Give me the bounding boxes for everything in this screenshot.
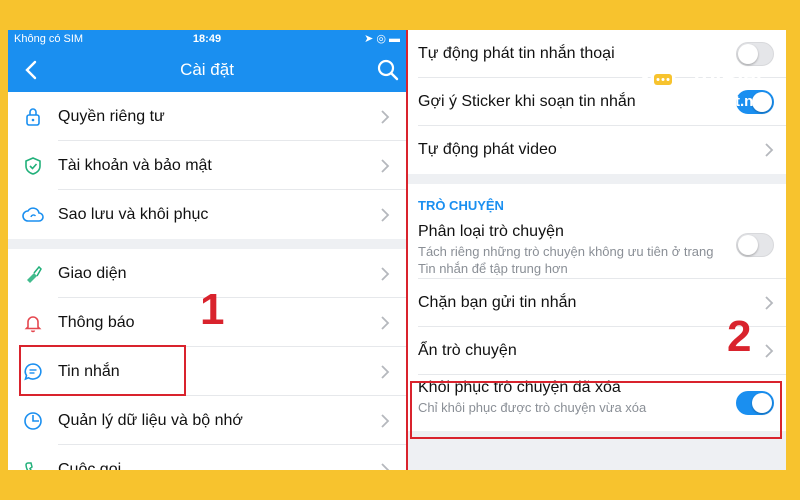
chevron-right-icon <box>381 414 390 428</box>
chevron-left-icon[interactable] <box>18 56 46 84</box>
lock-icon <box>22 106 44 128</box>
setting-label: Ẩn trò chuyện <box>418 342 517 359</box>
toibiet-logo: ToiBiet toibiet.net <box>640 55 790 125</box>
settings-item-label: Quản lý dữ liệu và bộ nhớ <box>58 411 243 429</box>
settings-item-label: Thông báo <box>58 313 135 331</box>
chevron-right-icon <box>381 159 390 173</box>
settings-item-label: Cuộc gọi <box>58 460 122 471</box>
group-separator <box>408 174 786 184</box>
nav-bar: Cài đặt <box>8 48 406 92</box>
status-icons: ➤ ◎ ▬ <box>364 33 400 45</box>
settings-item-account-security[interactable]: Tài khoản và bảo mật <box>8 141 406 190</box>
chevron-right-icon <box>765 296 774 310</box>
setting-label: Tự động phát tin nhắn thoại <box>418 45 615 62</box>
highlight-box-messages <box>19 345 186 396</box>
settings-screen: Không có SIM 18:49 ➤ ◎ ▬ Cài đặt Quyền r… <box>8 30 406 470</box>
clock: 18:49 <box>192 33 222 45</box>
chevron-right-icon <box>381 316 390 330</box>
page-title: Cài đặt <box>180 60 234 79</box>
settings-item-label: Sao lưu và khôi phục <box>58 205 209 223</box>
toggle-knob <box>738 235 758 255</box>
settings-item-backup[interactable]: Sao lưu và khôi phục <box>8 190 406 239</box>
setting-label: Gợi ý Sticker khi soạn tin nhắn <box>418 93 636 110</box>
cloud-sync-icon <box>22 204 44 226</box>
setting-description: Tách riêng những trò chuyện không ưu tiê… <box>418 244 714 276</box>
step-number-1: 1 <box>200 285 225 334</box>
settings-item-privacy[interactable]: Quyền riêng tư <box>8 92 406 141</box>
search-icon[interactable] <box>374 56 402 84</box>
setting-label: Chặn bạn gửi tin nhắn <box>418 294 577 311</box>
setting-label: Tự động phát video <box>418 141 557 158</box>
lightbulb-icon <box>642 56 679 105</box>
toggle-classify-chats[interactable] <box>736 233 774 257</box>
chevron-right-icon <box>765 143 774 157</box>
status-bar: Không có SIM 18:49 ➤ ◎ ▬ <box>8 30 406 48</box>
settings-item-data-storage[interactable]: Quản lý dữ liệu và bộ nhớ <box>8 396 406 445</box>
highlight-box-restore <box>410 381 782 439</box>
chevron-right-icon <box>381 110 390 124</box>
logo-domain: toibiet.net <box>695 93 767 110</box>
setting-auto-play-video[interactable]: Tự động phát video <box>408 126 786 174</box>
brush-icon <box>22 263 44 285</box>
chevron-right-icon <box>381 463 390 470</box>
section-title: TRÒ CHUYỆN <box>408 184 786 219</box>
phone-icon <box>22 459 44 470</box>
chevron-right-icon <box>381 365 390 379</box>
setting-classify-chats: Phân loại trò chuyện Tách riêng những tr… <box>408 219 786 279</box>
chevron-right-icon <box>381 208 390 222</box>
settings-item-label: Giao diện <box>58 264 127 282</box>
settings-item-calls[interactable]: Cuộc gọi <box>8 445 406 470</box>
chevron-right-icon <box>765 344 774 358</box>
settings-group-account: Quyền riêng tư Tài khoản và bảo mật Sao … <box>8 92 406 239</box>
step-number-2: 2 <box>727 312 752 361</box>
settings-item-label: Tài khoản và bảo mật <box>58 156 212 174</box>
setting-label: Phân loại trò chuyện <box>418 223 564 240</box>
group-separator <box>8 239 406 249</box>
chevron-right-icon <box>381 267 390 281</box>
logo-brand: ToiBiet <box>690 65 763 90</box>
clock-pie-icon <box>22 410 44 432</box>
settings-item-label: Quyền riêng tư <box>58 107 165 125</box>
shield-icon <box>22 155 44 177</box>
bell-icon <box>22 312 44 334</box>
